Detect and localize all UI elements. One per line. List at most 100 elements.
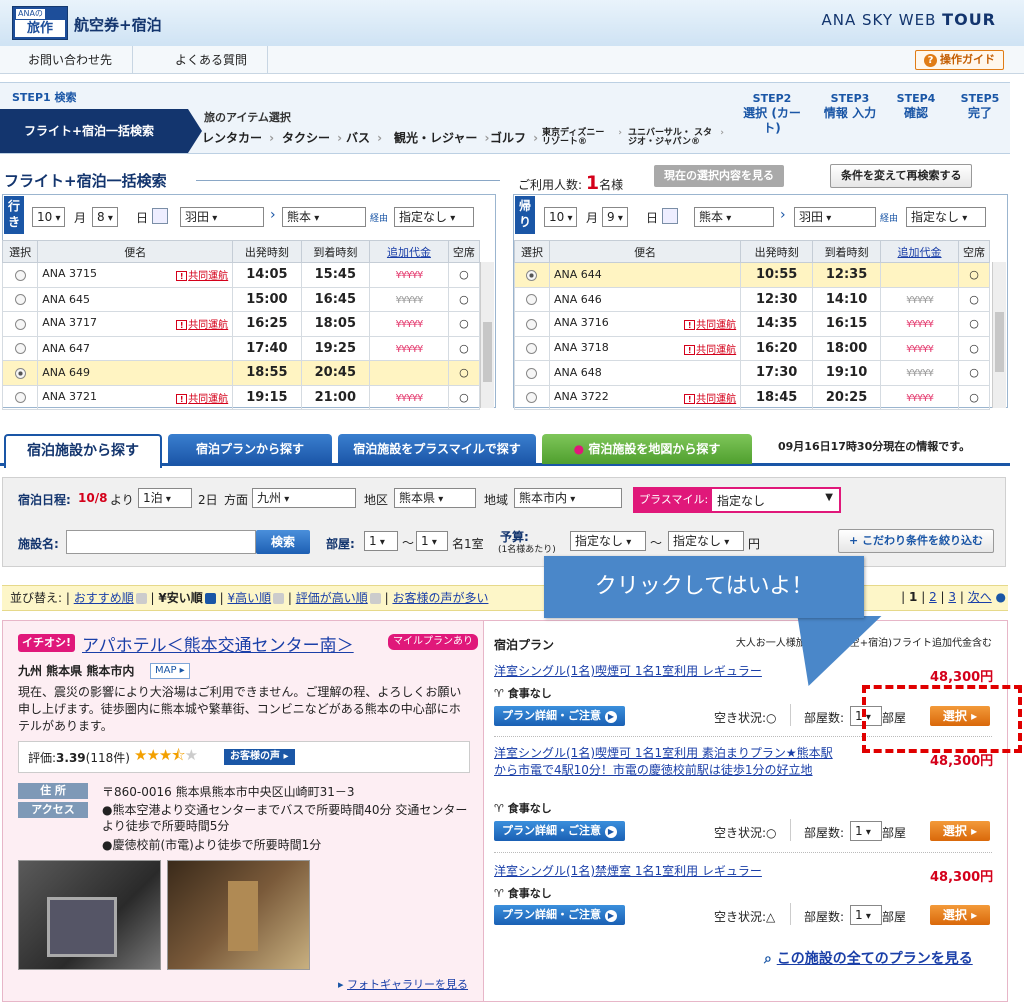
flight-select-cell[interactable] — [1, 360, 39, 386]
sort-reviews[interactable]: お客様の声が多い — [392, 591, 488, 605]
flight-row[interactable]: ANA 645 15:00 16:45 ¥¥¥¥¥ ○ — [1, 286, 481, 312]
sort-check-icon[interactable] — [204, 593, 216, 604]
rooms-select[interactable]: 1 — [850, 905, 882, 925]
flight-select-cell[interactable] — [1, 384, 39, 410]
tab-search-by-facility[interactable]: 宿泊施設から探す — [4, 434, 162, 468]
outbound-from-select[interactable]: 羽田 — [180, 207, 264, 227]
tab-golf[interactable]: ゴルフ — [490, 127, 540, 149]
hotel-photo-exterior[interactable] — [18, 860, 161, 970]
re-search-button[interactable]: 条件を変えて再検索する — [830, 164, 973, 188]
sort-rating[interactable]: 評価が高い順 — [296, 591, 368, 605]
flight-select-cell[interactable] — [514, 286, 550, 312]
radio-button[interactable] — [14, 392, 26, 404]
flight-row[interactable]: ANA 3721! 共同運航 19:15 21:00 ¥¥¥¥¥ ○ — [1, 384, 481, 410]
view-current-button[interactable]: 現在の選択内容を見る — [654, 165, 784, 187]
inbound-to-select[interactable]: 羽田 — [794, 207, 876, 227]
nav-faq-link[interactable]: よくある質問 — [155, 46, 269, 74]
next-arrow-icon[interactable]: ● — [992, 590, 1006, 604]
customer-voice-button[interactable]: お客様の声 ▸ — [224, 749, 295, 765]
plan-title-link[interactable]: 洋室シングル(1名)喫煙可 1名1室利用 レギュラー — [494, 662, 834, 679]
calendar-icon[interactable] — [152, 208, 168, 224]
hotel-name-link[interactable]: アパホテル＜熊本交通センター南＞ — [82, 631, 354, 656]
radio-button[interactable] — [14, 294, 26, 306]
search-button[interactable]: 検索 — [256, 530, 310, 554]
codeshare-link[interactable]: ! 共同運航 — [176, 390, 228, 405]
inbound-from-select[interactable]: 熊本 — [694, 207, 774, 227]
district-select[interactable]: 熊本市内 — [514, 488, 622, 508]
all-plans-link[interactable]: この施設の全てのプランを見る — [777, 951, 973, 967]
radio-button[interactable] — [526, 367, 538, 379]
flight-select-cell[interactable] — [514, 384, 550, 410]
codeshare-link[interactable]: ! 共同運航 — [684, 316, 736, 331]
tab-search-plusmile[interactable]: 宿泊施設をプラスマイルで探す — [338, 434, 536, 464]
flight-select-cell[interactable] — [514, 262, 550, 288]
plusmile-select[interactable]: プラスマイル: 指定なし ▼ — [633, 487, 841, 513]
flight-row[interactable]: ANA 3722! 共同運航 18:45 20:25 ¥¥¥¥¥ ○ — [514, 384, 990, 410]
outbound-via-select[interactable]: 指定なし — [394, 207, 474, 227]
flight-row[interactable]: ANA 646 12:30 14:10 ¥¥¥¥¥ ○ — [514, 286, 990, 312]
addfee-header-link[interactable]: 追加代金 — [898, 246, 942, 259]
flight-row[interactable]: ANA 3717! 共同運航 16:25 18:05 ¥¥¥¥¥ ○ — [1, 311, 481, 337]
radio-button[interactable] — [526, 318, 538, 330]
inbound-day-select[interactable]: 9 — [602, 207, 628, 227]
area-select[interactable]: 九州 — [252, 488, 356, 508]
outbound-to-select[interactable]: 熊本 — [282, 207, 366, 227]
tab-bus[interactable]: バス — [346, 127, 384, 149]
budget-from-select[interactable]: 指定なし — [570, 531, 646, 551]
tab-rentacar[interactable]: レンタカー — [202, 127, 276, 149]
plan-detail-button[interactable]: プラン詳細・ご注意 ▶ — [494, 821, 625, 841]
sort-expensive[interactable]: ¥高い順 — [227, 591, 271, 605]
flight-row[interactable]: ANA 3716! 共同運航 14:35 16:15 ¥¥¥¥¥ ○ — [514, 311, 990, 337]
inbound-via-select[interactable]: 指定なし — [906, 207, 986, 227]
refine-conditions-button[interactable]: + こだわり条件を絞り込む — [838, 529, 995, 553]
all-plans[interactable]: ⌕ この施設の全てのプランを見る — [764, 948, 973, 968]
brand-logo[interactable]: ANA SKY WEB TOUR — [822, 10, 996, 29]
radio-button[interactable] — [14, 318, 26, 330]
sort-cheapest[interactable]: ¥安い順 — [158, 591, 202, 605]
scroll-thumb[interactable] — [483, 322, 492, 382]
guide-button[interactable]: ? 操作ガイド — [915, 50, 1004, 70]
next-page-link[interactable]: 次へ — [968, 590, 992, 604]
codeshare-link[interactable]: ! 共同運航 — [684, 390, 736, 405]
ana-tabisaku-logo[interactable]: ANAの 旅作 — [12, 6, 68, 40]
calendar-icon[interactable] — [662, 208, 678, 224]
addfee-header-link[interactable]: 追加代金 — [387, 246, 431, 259]
page-2-link[interactable]: 2 — [929, 590, 937, 604]
flight-select-cell[interactable] — [514, 360, 550, 386]
select-plan-button[interactable]: 選択 ▸ — [930, 821, 990, 841]
radio-button[interactable] — [526, 269, 538, 281]
select-plan-button[interactable]: 選択 ▸ — [930, 905, 990, 925]
col-addfee[interactable]: 追加代金 — [879, 240, 960, 263]
flight-row[interactable]: ANA 647 17:40 19:25 ¥¥¥¥¥ ○ — [1, 335, 481, 361]
map-button[interactable]: MAP ▸ — [150, 663, 190, 679]
plan-title-link[interactable]: 洋室シングル(1名)禁煙室 1名1室利用 レギュラー — [494, 862, 834, 879]
radio-button[interactable] — [526, 343, 538, 355]
sort-check-icon[interactable] — [273, 593, 285, 604]
tab-search-by-plan[interactable]: 宿泊プランから探す — [168, 434, 332, 464]
page-3-link[interactable]: 3 — [948, 590, 956, 604]
tab-sightseeing[interactable]: 観光・レジャー — [394, 127, 491, 149]
flight-row[interactable]: ANA 648 17:30 19:10 ¥¥¥¥¥ ○ — [514, 360, 990, 386]
sort-check-icon[interactable] — [135, 593, 147, 604]
photo-gallery[interactable]: ▸ フォトギャラリーを見る — [338, 976, 468, 992]
photo-gallery-link[interactable]: フォトギャラリーを見る — [347, 978, 468, 991]
scroll-thumb[interactable] — [995, 312, 1004, 372]
hotel-photo-lobby[interactable] — [167, 860, 310, 970]
outbound-month-select[interactable]: 10 — [32, 207, 66, 227]
nights-select[interactable]: 1泊 — [138, 488, 192, 508]
region-select[interactable]: 熊本県 — [394, 488, 476, 508]
tab-search-map[interactable]: ● 宿泊施設を地図から探す — [542, 434, 752, 464]
codeshare-link[interactable]: ! 共同運航 — [684, 341, 736, 356]
flight-select-cell[interactable] — [514, 335, 550, 361]
radio-button[interactable] — [14, 367, 26, 379]
flight-select-cell[interactable] — [1, 311, 39, 337]
facility-name-input[interactable] — [66, 530, 256, 554]
codeshare-link[interactable]: ! 共同運航 — [176, 316, 228, 331]
radio-button[interactable] — [14, 269, 26, 281]
radio-button[interactable] — [526, 294, 538, 306]
plan-detail-button[interactable]: プラン詳細・ご注意 ▶ — [494, 706, 625, 726]
flight-select-cell[interactable] — [1, 286, 39, 312]
inbound-month-select[interactable]: 10 — [544, 207, 578, 227]
rooms-select[interactable]: 1 — [850, 821, 882, 841]
sort-recommended[interactable]: おすすめ順 — [74, 591, 134, 605]
